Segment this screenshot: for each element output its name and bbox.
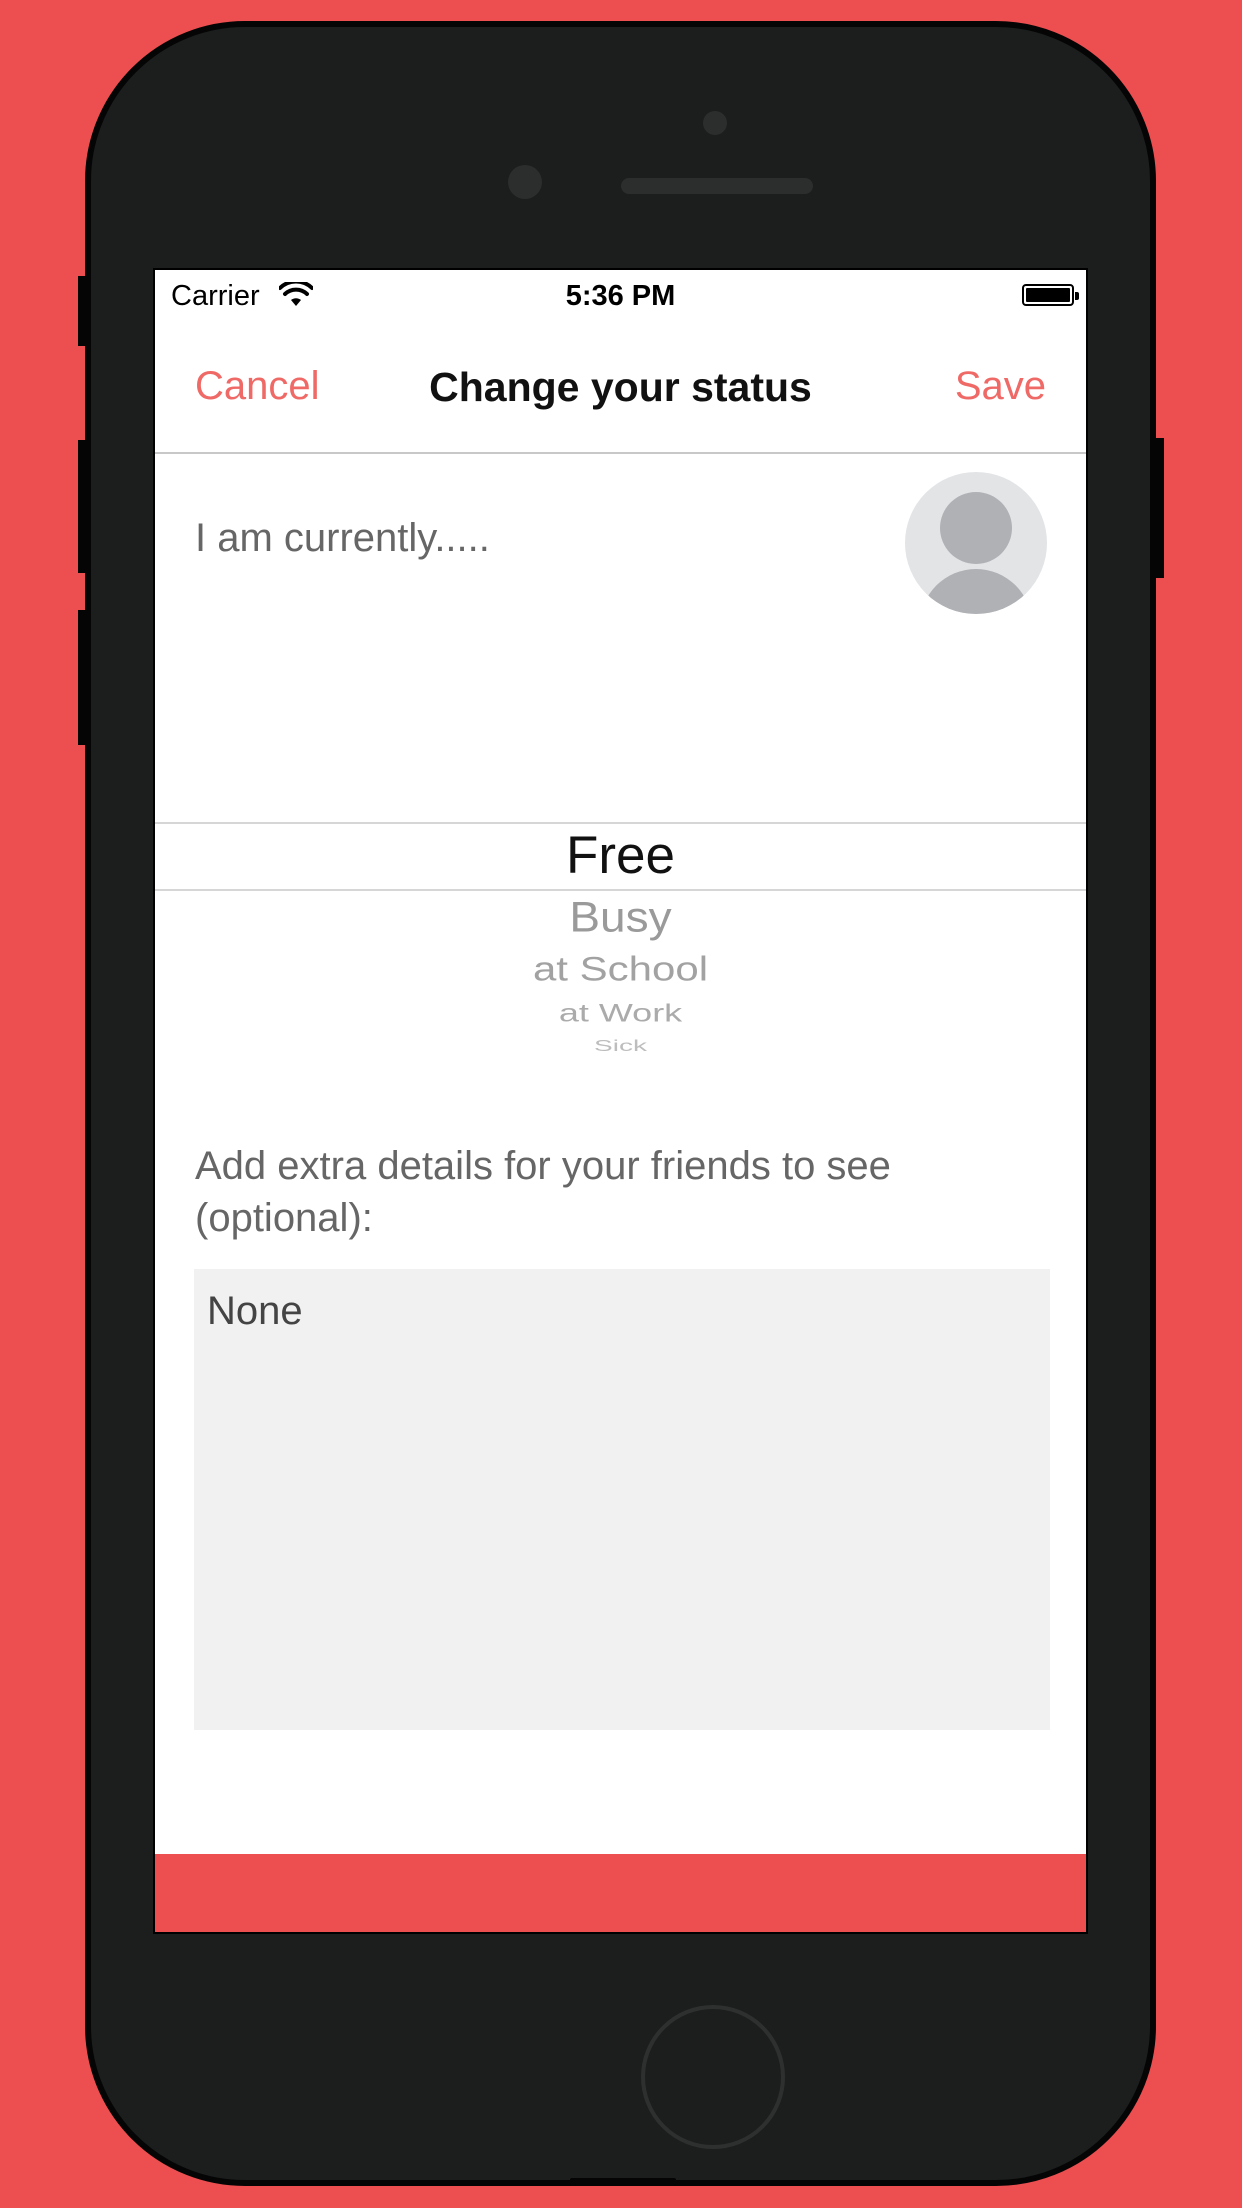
picker-item-busy[interactable]: Busy xyxy=(155,892,1086,942)
details-label: Add extra details for your friends to se… xyxy=(195,1144,891,1240)
phone-bottom-edge xyxy=(570,2178,676,2186)
picker-item-at-school[interactable]: at School xyxy=(155,949,1086,988)
avatar-placeholder-icon[interactable] xyxy=(905,472,1047,614)
home-button[interactable] xyxy=(641,2005,785,2149)
picker-item-sick[interactable]: Sick xyxy=(155,1037,1086,1055)
volume-down-button xyxy=(78,610,88,745)
navigation-bar: Cancel Change your status Save xyxy=(155,324,1086,454)
save-button[interactable]: Save xyxy=(955,364,1046,409)
status-bar: Carrier 5:36 PM xyxy=(155,270,1086,324)
page-title: Change your status xyxy=(429,364,812,410)
picker-selection-top-divider xyxy=(155,822,1086,824)
mute-switch xyxy=(78,276,88,346)
picker-item-free[interactable]: Free xyxy=(155,825,1086,886)
battery-icon xyxy=(1022,284,1079,306)
picker-item-at-work[interactable]: at Work xyxy=(155,998,1086,1027)
front-camera xyxy=(703,111,727,135)
current-status-label: I am currently..... xyxy=(195,516,490,560)
details-textarea[interactable]: None xyxy=(194,1269,1050,1730)
volume-up-button xyxy=(78,440,88,573)
status-time: 5:36 PM xyxy=(565,280,676,312)
app-screen: Carrier 5:36 PM Cancel Change your statu… xyxy=(153,268,1088,1934)
power-button xyxy=(1152,438,1164,578)
proximity-sensor xyxy=(508,165,542,199)
earpiece-speaker xyxy=(621,178,813,194)
picker-selection-bottom-divider xyxy=(155,889,1086,891)
bottom-bar xyxy=(155,1854,1086,1932)
